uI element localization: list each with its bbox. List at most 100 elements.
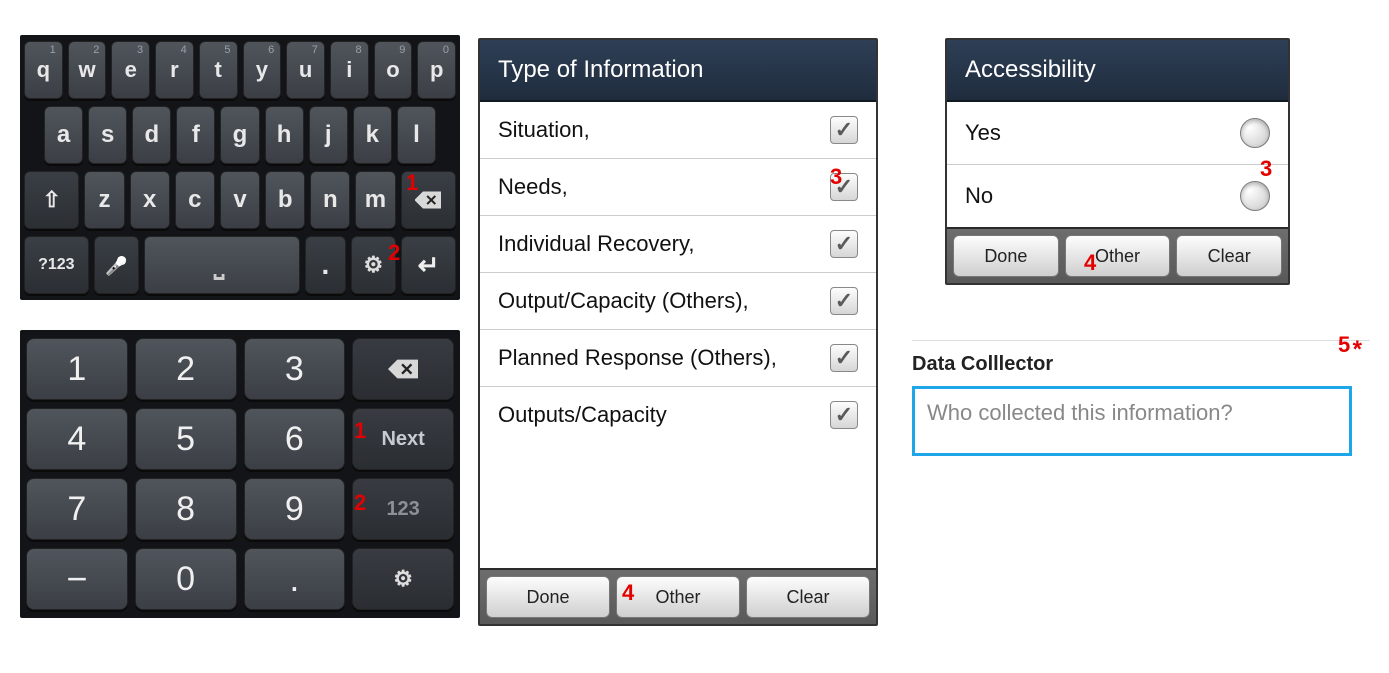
radio-item-label: No (965, 183, 993, 209)
numkey-8[interactable]: 8 (135, 478, 237, 540)
callout-qwerty-1: 1 (406, 170, 418, 196)
radio-item-no[interactable]: No (947, 165, 1288, 227)
done-button[interactable]: Done (953, 235, 1059, 277)
numkey-7[interactable]: 7 (26, 478, 128, 540)
checklist-item-label: Needs, (498, 174, 568, 200)
key-r[interactable]: 4r (155, 41, 194, 99)
symbols-key[interactable]: ?123 (24, 236, 89, 294)
checklist-item[interactable]: Output/Capacity (Others), (480, 273, 876, 330)
data-collector-input[interactable]: Who collected this information? (912, 386, 1352, 456)
numpad-row-4: − 0 . (26, 548, 454, 610)
checkbox-icon[interactable] (830, 230, 858, 258)
numpad-mode-key[interactable]: 123 (352, 478, 454, 540)
mic-key[interactable] (94, 236, 139, 294)
callout-checklist-3: 3 (830, 164, 842, 190)
checkbox-icon[interactable] (830, 344, 858, 372)
numpad-row-1: 1 2 3 (26, 338, 454, 400)
key-h[interactable]: h (265, 106, 304, 164)
numkey-9[interactable]: 9 (244, 478, 346, 540)
numeric-keypad: 1 2 3 4 5 6 Next 7 8 9 123 − 0 . (20, 330, 460, 618)
key-k[interactable]: k (353, 106, 392, 164)
numkey-dot[interactable]: . (244, 548, 346, 610)
key-j[interactable]: j (309, 106, 348, 164)
backspace-icon (388, 359, 418, 379)
dialog-footer: Done Other Clear (480, 568, 876, 624)
enter-key[interactable] (401, 236, 456, 294)
checkbox-icon[interactable] (830, 287, 858, 315)
period-key[interactable]: . (305, 236, 346, 294)
key-i[interactable]: 8i (330, 41, 369, 99)
callout-numpad-1: 1 (354, 418, 366, 444)
required-star-icon: * (1353, 336, 1362, 364)
numkey-6[interactable]: 6 (244, 408, 346, 470)
key-p[interactable]: 0p (417, 41, 456, 99)
dialog-title: Type of Information (480, 40, 876, 102)
numkey-minus[interactable]: − (26, 548, 128, 610)
numpad-next-key[interactable]: Next (352, 408, 454, 470)
key-z[interactable]: z (84, 171, 124, 229)
key-w[interactable]: 2w (68, 41, 107, 99)
checklist-item-label: Situation, (498, 117, 590, 143)
callout-qwerty-2: 2 (388, 240, 400, 266)
checklist-item[interactable]: Needs, (480, 159, 876, 216)
checklist-item[interactable]: Planned Response (Others), (480, 330, 876, 387)
numkey-0[interactable]: 0 (135, 548, 237, 610)
key-a[interactable]: a (44, 106, 83, 164)
checklist-item-label: Outputs/Capacity (498, 402, 667, 428)
radio-body: Yes No (947, 102, 1288, 227)
key-x[interactable]: x (130, 171, 170, 229)
shift-key[interactable] (24, 171, 79, 229)
key-c[interactable]: c (175, 171, 215, 229)
space-key[interactable] (144, 236, 300, 294)
checklist-item-label: Output/Capacity (Others), (498, 288, 749, 314)
checklist-item[interactable]: Outputs/Capacity (480, 387, 876, 433)
key-l[interactable]: l (397, 106, 436, 164)
key-u[interactable]: 7u (286, 41, 325, 99)
done-button[interactable]: Done (486, 576, 610, 618)
key-o[interactable]: 9o (374, 41, 413, 99)
numkey-4[interactable]: 4 (26, 408, 128, 470)
key-n[interactable]: n (310, 171, 350, 229)
radio-icon[interactable] (1240, 181, 1270, 211)
key-m[interactable]: m (355, 171, 395, 229)
clear-button[interactable]: Clear (1176, 235, 1282, 277)
numkey-1[interactable]: 1 (26, 338, 128, 400)
radio-icon[interactable] (1240, 118, 1270, 148)
other-button[interactable]: Other (616, 576, 740, 618)
key-t[interactable]: 5t (199, 41, 238, 99)
numkey-2[interactable]: 2 (135, 338, 237, 400)
numpad-row-3: 7 8 9 123 (26, 478, 454, 540)
other-button[interactable]: Other (1065, 235, 1171, 277)
key-q[interactable]: 1q (24, 41, 63, 99)
key-b[interactable]: b (265, 171, 305, 229)
callout-field-5: 5 (1338, 332, 1350, 358)
numpad-settings-key[interactable] (352, 548, 454, 610)
key-y[interactable]: 6y (243, 41, 282, 99)
key-d[interactable]: d (132, 106, 171, 164)
radio-item-yes[interactable]: Yes (947, 102, 1288, 165)
gear-icon (363, 251, 383, 279)
numkey-5[interactable]: 5 (135, 408, 237, 470)
mic-icon (105, 251, 127, 279)
callout-numpad-2: 2 (354, 490, 366, 516)
checkbox-icon[interactable] (830, 116, 858, 144)
space-icon (214, 249, 230, 281)
key-f[interactable]: f (176, 106, 215, 164)
key-e[interactable]: 3e (111, 41, 150, 99)
qwerty-row-3: z x c v b n m (24, 171, 456, 229)
checklist-item[interactable]: Individual Recovery, (480, 216, 876, 273)
numpad-row-2: 4 5 6 Next (26, 408, 454, 470)
key-g[interactable]: g (220, 106, 259, 164)
key-s[interactable]: s (88, 106, 127, 164)
numkey-3[interactable]: 3 (244, 338, 346, 400)
numpad-backspace-key[interactable] (352, 338, 454, 400)
enter-icon (418, 250, 440, 281)
accessibility-dialog: Accessibility Yes No Done Other Clear (945, 38, 1290, 285)
checkbox-icon[interactable] (830, 401, 858, 429)
clear-button[interactable]: Clear (746, 576, 870, 618)
callout-radio-4: 4 (1084, 250, 1096, 276)
type-of-information-dialog: Type of Information Situation, Needs, In… (478, 38, 878, 626)
checklist-body[interactable]: Situation, Needs, Individual Recovery, O… (480, 102, 876, 568)
key-v[interactable]: v (220, 171, 260, 229)
checklist-item[interactable]: Situation, (480, 102, 876, 159)
